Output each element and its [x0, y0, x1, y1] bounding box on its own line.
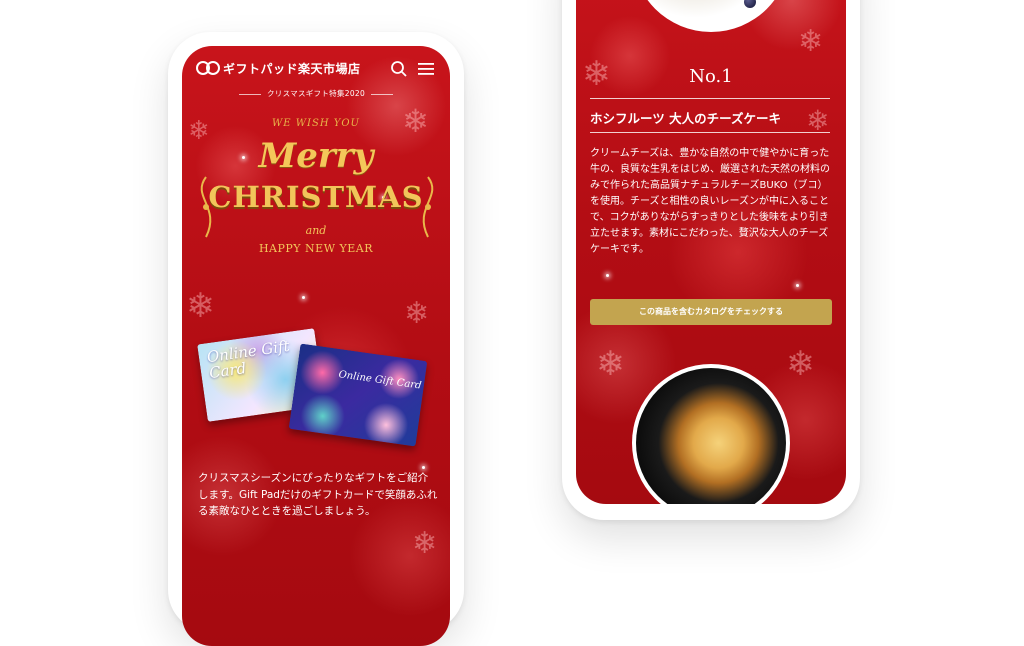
- happy-new-year-text: HAPPY NEW YEAR: [258, 242, 374, 255]
- divider: [590, 132, 830, 133]
- gift-card-floral[interactable]: Online Gift Card: [288, 343, 428, 447]
- snowflake-icon: ❄: [404, 296, 430, 331]
- holly-ornament-right-icon: [422, 176, 434, 238]
- shop-name[interactable]: ギフトパッド楽天市場店: [223, 60, 361, 77]
- product-name: ホシフルーツ 大人のチーズケーキ: [590, 111, 781, 126]
- product-image-pancake[interactable]: [632, 364, 790, 504]
- intro-text: クリスマスシーズンにぴったりなギフトをご紹介します。Gift Padだけのギフト…: [198, 472, 438, 517]
- holly-ornament-left-icon: [200, 176, 212, 238]
- sparkle: [796, 284, 799, 287]
- site-header: ギフトパッド楽天市場店: [182, 56, 450, 82]
- snowflake-icon: ❄: [798, 24, 824, 59]
- we-wish-you-text: WE WISH YOU: [272, 118, 360, 129]
- snowflake-icon: ❄: [786, 344, 815, 384]
- ranking-number: No.1: [689, 66, 733, 87]
- sparkle: [606, 274, 609, 277]
- christmas-hero-title: WE WISH YOU Merry CHRISTMAS and HAPPY NE…: [182, 112, 450, 292]
- gift-card-title: Online Gift Card: [337, 369, 423, 392]
- product-description: クリームチーズは、豊かな自然の中で健やかに育った牛の、良質な生乳をはじめ、厳選さ…: [590, 148, 830, 255]
- snowflake-icon: ❄: [186, 286, 215, 326]
- divider: [590, 98, 830, 99]
- right-phone-screen[interactable]: ❄ ❄ ❄ ❄ ❄ No.1 ホシフルーツ 大人のチーズケーキ クリームチーズは…: [576, 0, 846, 504]
- right-phone-mockup: ❄ ❄ ❄ ❄ ❄ No.1 ホシフルーツ 大人のチーズケーキ クリームチーズは…: [562, 0, 860, 520]
- product-image-cheesecake[interactable]: [632, 0, 790, 32]
- merry-text: Merry: [258, 136, 374, 176]
- sparkle: [422, 466, 425, 469]
- sparkle: [302, 296, 305, 299]
- giftpad-logo-icon[interactable]: [196, 60, 220, 76]
- check-catalog-button[interactable]: この商品を含むカタログをチェックする: [590, 299, 832, 325]
- hamburger-menu-icon[interactable]: [418, 62, 434, 76]
- snowflake-icon: ❄: [596, 344, 625, 384]
- left-phone-mockup: ❄ ❄ ❄ ❄ ❄ ギフトパッド楽天市場店 クリスマスギフト特集2020 WE …: [168, 32, 464, 646]
- left-phone-screen[interactable]: ❄ ❄ ❄ ❄ ❄ ギフトパッド楽天市場店 クリスマスギフト特集2020 WE …: [182, 46, 450, 646]
- search-icon[interactable]: [390, 60, 408, 78]
- snowflake-icon: ❄: [412, 526, 438, 561]
- feature-subtitle: クリスマスギフト特集2020: [182, 88, 450, 99]
